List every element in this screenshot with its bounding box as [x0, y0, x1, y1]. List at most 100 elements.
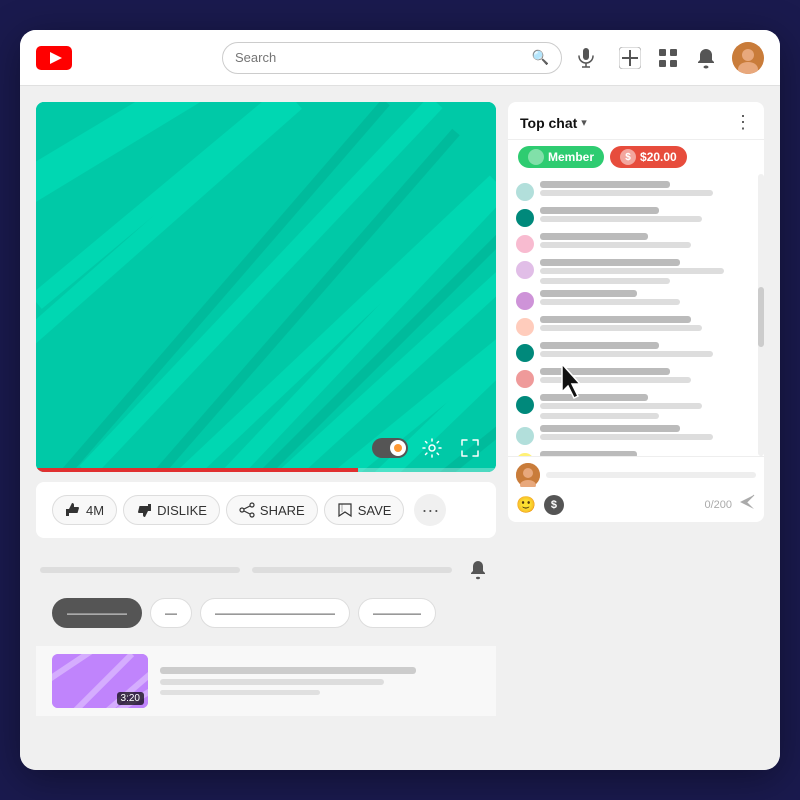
msg-text [540, 434, 713, 440]
msg-name [540, 342, 659, 349]
video-controls [372, 434, 484, 462]
progress-fill [36, 468, 358, 472]
msg-text [540, 325, 702, 331]
member-label: Member [548, 150, 594, 164]
avatar [516, 344, 534, 362]
msg-content [540, 394, 756, 419]
avatar [516, 427, 534, 445]
pill-label-4: ———— [373, 606, 421, 620]
video-stripes [36, 102, 496, 472]
chat-scrollbar-thumb[interactable] [758, 287, 764, 347]
search-icon[interactable]: 🔍 [532, 49, 549, 66]
pill-button-3[interactable]: —————————— [200, 598, 350, 628]
avatar [516, 453, 534, 456]
chat-input-placeholder [546, 472, 756, 478]
topbar-icons [618, 42, 764, 74]
dislike-button[interactable]: DISLIKE [123, 495, 220, 525]
rec-info [160, 667, 480, 695]
chat-scrollbar[interactable] [758, 174, 764, 456]
msg-text [540, 351, 713, 357]
avatar [516, 235, 534, 253]
avatar[interactable] [732, 42, 764, 74]
video-meta [36, 556, 496, 584]
msg-text-2 [540, 278, 670, 284]
create-icon[interactable] [618, 46, 642, 70]
member-badge-icon [528, 149, 544, 165]
meta-bar-2 [252, 567, 452, 573]
pill-label-1: ————— [67, 606, 127, 620]
pill-button-2[interactable]: — [150, 598, 192, 628]
dollar-badge-icon: $ [620, 149, 636, 165]
pill-button-1[interactable]: ————— [52, 598, 142, 628]
dollar-label: $20.00 [640, 150, 677, 164]
logo[interactable] [36, 46, 72, 70]
chat-messages[interactable] [508, 174, 764, 456]
msg-content [540, 259, 756, 284]
rec-sub-bar [160, 679, 384, 685]
recommended-area: 3:20 [36, 646, 496, 716]
msg-text [540, 190, 713, 196]
dislike-label: DISLIKE [157, 503, 207, 518]
apps-icon[interactable] [656, 46, 680, 70]
msg-content [540, 233, 756, 248]
avatar [516, 396, 534, 414]
msg-content [540, 368, 756, 383]
notifications-icon[interactable] [694, 46, 718, 70]
chat-emoji-area: 🙂 $ [516, 495, 564, 515]
msg-name [540, 233, 648, 240]
save-button[interactable]: SAVE [324, 495, 405, 525]
msg-text [540, 299, 680, 305]
avatar [516, 183, 534, 201]
list-item [516, 422, 756, 448]
list-item [516, 339, 756, 365]
msg-text [540, 242, 691, 248]
msg-name [540, 425, 680, 432]
dollar-badge[interactable]: $ $20.00 [610, 146, 687, 168]
dollar-icon[interactable]: $ [544, 495, 564, 515]
fullscreen-icon[interactable] [456, 434, 484, 462]
chat-title-row[interactable]: Top chat ▾ [520, 115, 587, 131]
search-bar[interactable]: 🔍 [222, 42, 562, 74]
rec-thumbnail[interactable]: 3:20 [52, 654, 148, 708]
chat-header: Top chat ▾ ⋮ [508, 102, 764, 140]
msg-content [540, 425, 756, 440]
rec-title-bar [160, 667, 416, 674]
list-item [516, 204, 756, 230]
chat-badges: Member $ $20.00 [508, 140, 764, 174]
notify-button[interactable] [464, 556, 492, 584]
video-info: 4M DISLIKE SHARE SAVE ··· [36, 482, 496, 538]
msg-content [540, 207, 756, 222]
share-button[interactable]: SHARE [226, 495, 318, 525]
msg-name [540, 181, 670, 188]
topbar: 🔍 [20, 30, 780, 86]
like-button[interactable]: 4M [52, 495, 117, 525]
meta-bar-1 [40, 567, 240, 573]
msg-name [540, 259, 680, 266]
microphone-icon[interactable] [574, 46, 598, 70]
pill-button-4[interactable]: ———— [358, 598, 436, 628]
send-button[interactable] [738, 493, 756, 516]
msg-name [540, 207, 659, 214]
more-button[interactable]: ··· [414, 494, 446, 526]
share-label: SHARE [260, 503, 305, 518]
chat-more-icon[interactable]: ⋮ [734, 112, 752, 133]
progress-bar[interactable] [36, 468, 496, 472]
toggle-knob [390, 440, 406, 456]
rec-tiny-bar [160, 690, 320, 695]
avatar [516, 209, 534, 227]
chat-title: Top chat [520, 115, 577, 131]
msg-content [540, 181, 756, 196]
msg-name [540, 368, 670, 375]
member-badge[interactable]: Member [518, 146, 604, 168]
pill-label-3: —————————— [215, 606, 335, 620]
pill-label-2: — [165, 606, 177, 620]
video-player[interactable] [36, 102, 496, 472]
list-item [516, 365, 756, 391]
autoplay-toggle[interactable] [372, 438, 408, 458]
emoji-icon[interactable]: 🙂 [516, 495, 536, 515]
chat-input-area: 🙂 $ 0/200 [508, 456, 764, 522]
pill-row: ————— — —————————— ———— [36, 594, 496, 636]
settings-icon[interactable] [418, 434, 446, 462]
search-input[interactable] [235, 50, 532, 65]
msg-content [540, 342, 756, 357]
